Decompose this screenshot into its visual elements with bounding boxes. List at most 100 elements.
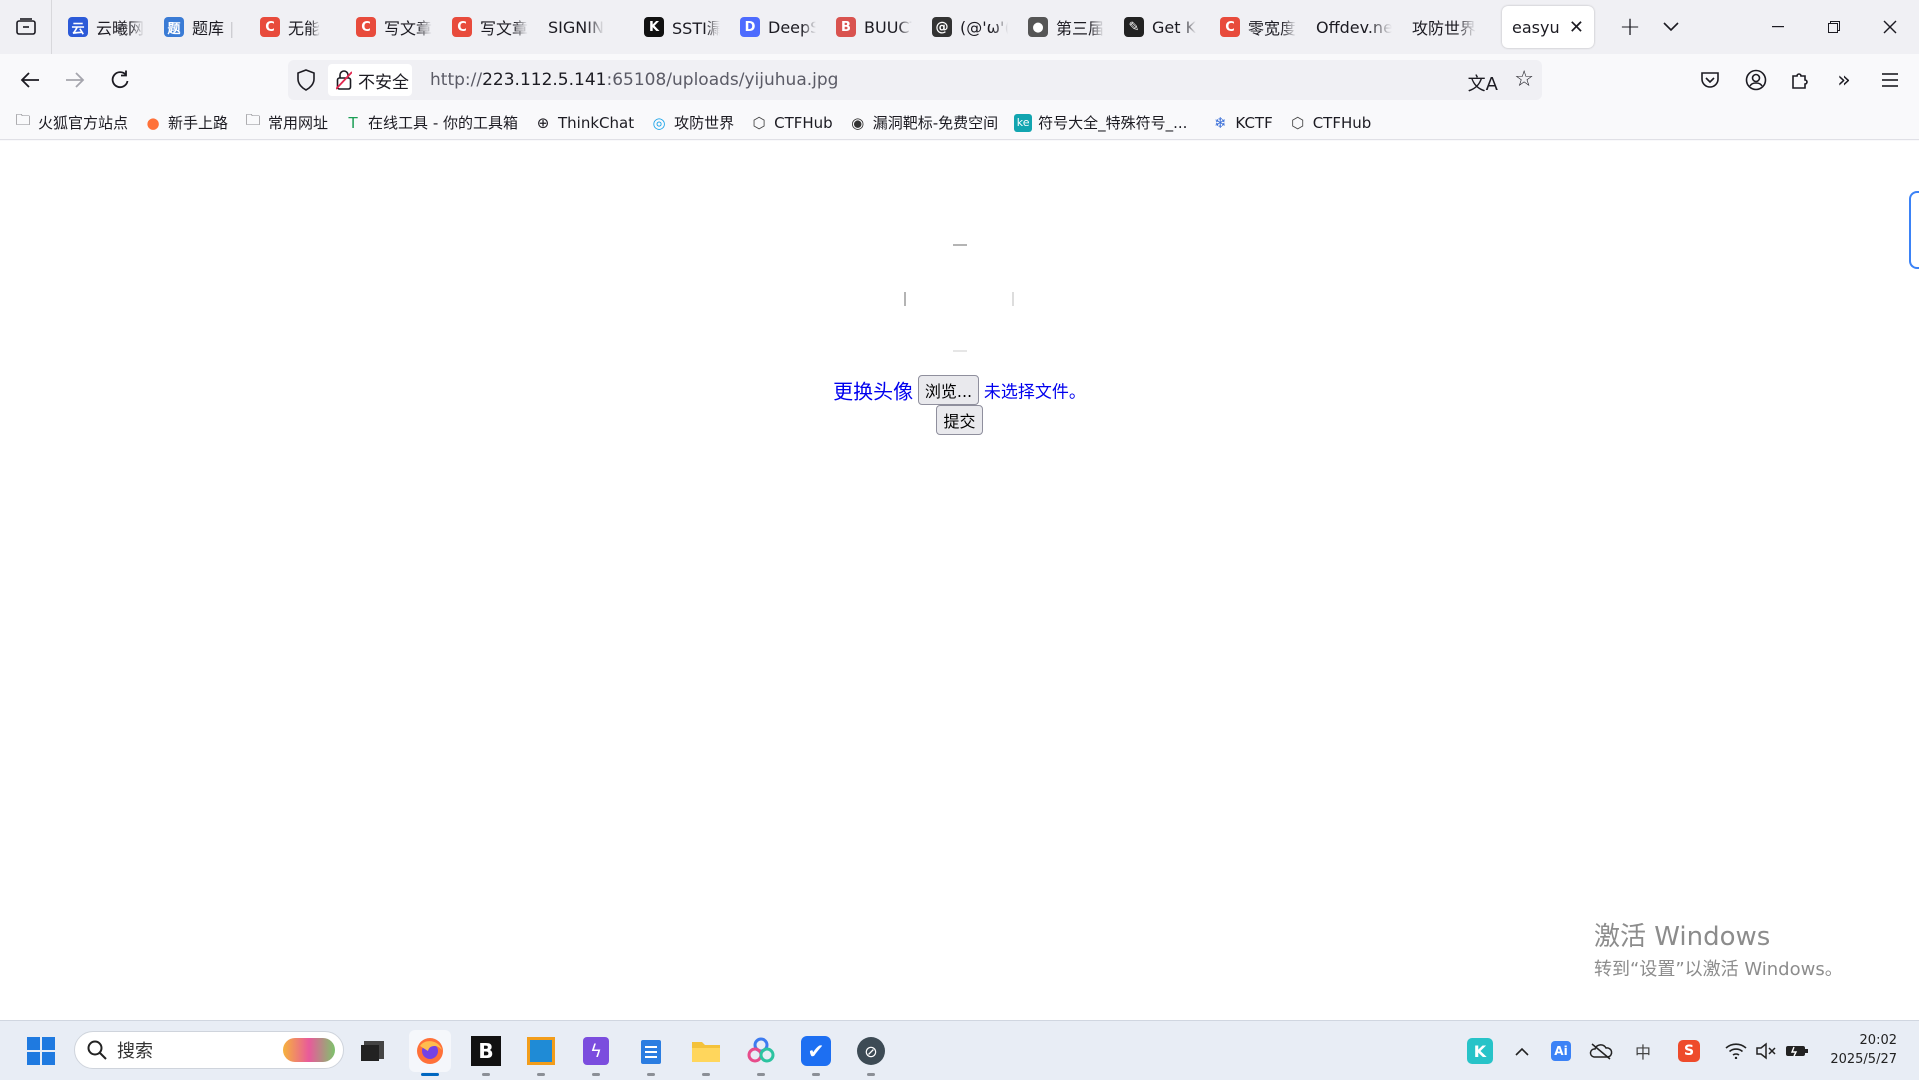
tab-item[interactable]: ● 第三届	[1018, 6, 1114, 48]
compass-app-icon: ⊘	[857, 1037, 885, 1065]
tab-favicon-icon: B	[836, 17, 856, 37]
bookmark-label: 漏洞靶标-免费空间	[872, 114, 999, 132]
blue-bird-app-icon: ✔	[801, 1036, 831, 1066]
close-tab-icon[interactable]: ✕	[1569, 17, 1584, 38]
url-input[interactable]: http://223.112.5.141:65108/uploads/yijuh…	[430, 60, 1330, 100]
ke-icon: ke	[1014, 113, 1033, 132]
new-tab-button[interactable]: +	[1604, 0, 1656, 54]
snowflake-icon: ❄	[1214, 113, 1227, 132]
tab-item[interactable]: 题题库 |	[154, 6, 250, 48]
tab-title: easyupload	[1512, 17, 1561, 37]
tab-title: 第三届	[1056, 19, 1104, 38]
tracking-protection-shield-icon[interactable]	[296, 69, 318, 91]
app-menu-button[interactable]	[1870, 60, 1910, 100]
tab-item[interactable]: K SSTI漏	[634, 6, 730, 48]
tab-item[interactable]: C 写文章	[442, 6, 538, 48]
account-button[interactable]	[1736, 60, 1776, 100]
firefox-icon	[417, 1038, 443, 1064]
bookmark-item[interactable]: ❄ KCTF	[1211, 113, 1273, 132]
translate-icon[interactable]: 文A	[1468, 70, 1498, 96]
account-icon	[1745, 69, 1767, 91]
browse-file-button[interactable]: 浏览...	[917, 375, 980, 405]
bookmark-item[interactable]: ke 符号大全_特殊符号_...	[1014, 112, 1187, 133]
close-icon	[1883, 20, 1897, 34]
cube-icon: ⬡	[1291, 113, 1305, 132]
taskbar-app-4[interactable]: ϟ	[575, 1030, 617, 1076]
more-tools-button[interactable]: »	[1824, 60, 1864, 100]
upload-form-row: 更换头像 浏览... 未选择文件。	[0, 375, 1919, 405]
tab-item[interactable]: SIGNIN	[538, 6, 634, 48]
taskbar-app-3[interactable]	[520, 1030, 562, 1076]
url-bar[interactable]: 不安全 http://223.112.5.141:65108/uploads/y…	[288, 60, 1542, 100]
insecure-lock-icon	[336, 70, 352, 90]
tray-volume-muted-icon[interactable]	[1754, 1037, 1778, 1065]
bookmark-label: 火狐官方站点	[38, 114, 129, 132]
reload-button[interactable]	[100, 60, 140, 100]
tray-show-hidden-icon[interactable]	[1510, 1037, 1534, 1065]
tray-sogou-icon[interactable]: S	[1676, 1037, 1702, 1065]
back-button[interactable]	[10, 60, 50, 100]
bookmark-item[interactable]: ⬡ CTFHub	[750, 114, 833, 132]
submit-button[interactable]: 提交	[936, 405, 983, 435]
tray-ai-icon[interactable]: Ai	[1548, 1037, 1574, 1065]
bookmark-item[interactable]: 🗀 常用网址	[244, 111, 329, 133]
system-clock[interactable]: 20:02 2025/5/27	[1830, 1031, 1897, 1069]
bookmark-item[interactable]: ● 新手上路	[144, 112, 228, 133]
tray-wifi-icon[interactable]	[1724, 1037, 1748, 1065]
tray-battery-icon[interactable]	[1784, 1037, 1810, 1065]
hamburger-menu-icon	[1882, 73, 1898, 87]
scrollbar-thumb[interactable]	[1909, 191, 1919, 269]
bookmark-item[interactable]: T 在线工具 - 你的工具箱	[344, 112, 518, 133]
restore-window-button[interactable]	[1806, 0, 1862, 54]
extensions-button[interactable]	[1780, 60, 1820, 100]
tab-active[interactable]: easyupload ✕	[1502, 6, 1594, 48]
tray-onedrive-off-icon[interactable]	[1588, 1037, 1614, 1065]
tab-list-dropdown-button[interactable]	[1656, 0, 1686, 54]
taskbar-notepad[interactable]	[630, 1030, 672, 1076]
bookmark-star-icon[interactable]: ☆	[1514, 67, 1534, 92]
tab-item[interactable]: 云云曦网	[58, 6, 154, 48]
tab-item[interactable]: B BUUCTF	[826, 6, 922, 48]
close-window-button[interactable]	[1862, 0, 1918, 54]
page-content: 更换头像 浏览... 未选择文件。 提交 激活 Windows 转到“设置”以激…	[0, 141, 1919, 1020]
minimize-window-button[interactable]	[1750, 0, 1806, 54]
site-identity-button[interactable]: 不安全	[328, 64, 412, 96]
pocket-button[interactable]	[1690, 60, 1730, 100]
taskbar-task-view[interactable]	[352, 1030, 394, 1072]
taskbar-firefox[interactable]	[409, 1030, 451, 1076]
bookmarks-toolbar: 🗀 火狐官方站点 ● 新手上路 🗀 常用网址 T 在线工具 - 你的工具箱 ⊕ ThinkChat…	[0, 106, 1919, 140]
tab-title: 云曦网	[96, 19, 144, 38]
bookmark-item[interactable]: ⬡ CTFHub	[1289, 113, 1371, 132]
folder-icon	[692, 1042, 720, 1062]
tray-ime-indicator[interactable]: 中	[1630, 1037, 1656, 1065]
tab-item[interactable]: Offdev.net	[1306, 6, 1402, 48]
bookmark-item[interactable]: ◎ 攻防世界	[650, 112, 735, 133]
tray-kk-icon[interactable]: K	[1466, 1037, 1494, 1065]
taskbar-app-9[interactable]: ⊘	[850, 1030, 892, 1076]
tab-item[interactable]: 攻防世界	[1402, 6, 1498, 48]
tab-overview-icon	[15, 18, 36, 35]
taskbar-burp-suite[interactable]: B	[465, 1030, 507, 1076]
tab-item[interactable]: C 写文章	[346, 6, 442, 48]
tab-item[interactable]: @ (@'ω'(	[922, 6, 1018, 48]
tab-item[interactable]: ✎ Get K	[1114, 6, 1210, 48]
taskbar-app-7[interactable]	[740, 1030, 782, 1076]
tab-item[interactable]: D DeepSeek	[730, 6, 826, 48]
watermark-title: 激活 Windows	[1594, 922, 1771, 952]
list-all-tabs-button[interactable]	[0, 0, 52, 54]
taskbar-app-8[interactable]: ✔	[795, 1030, 837, 1076]
tab-item[interactable]: C 零宽度	[1210, 6, 1306, 48]
running-indicator	[812, 1073, 820, 1076]
forward-button[interactable]	[55, 60, 95, 100]
bookmark-item[interactable]: ◉ 漏洞靶标-免费空间	[849, 112, 998, 133]
tab-item[interactable]: C 无能	[250, 6, 346, 48]
tab-title: Get K	[1152, 17, 1197, 37]
start-button[interactable]	[20, 1030, 62, 1072]
arrow-left-icon	[20, 72, 39, 88]
taskbar-search-box[interactable]: 搜索	[74, 1031, 344, 1069]
taskbar-file-explorer[interactable]	[685, 1030, 727, 1076]
tab-title: DeepSeek	[768, 17, 816, 37]
bookmark-item[interactable]: ⊕ ThinkChat	[534, 114, 634, 132]
bookmark-label: ThinkChat	[558, 113, 635, 132]
bookmark-item[interactable]: 🗀 火狐官方站点	[14, 111, 129, 133]
